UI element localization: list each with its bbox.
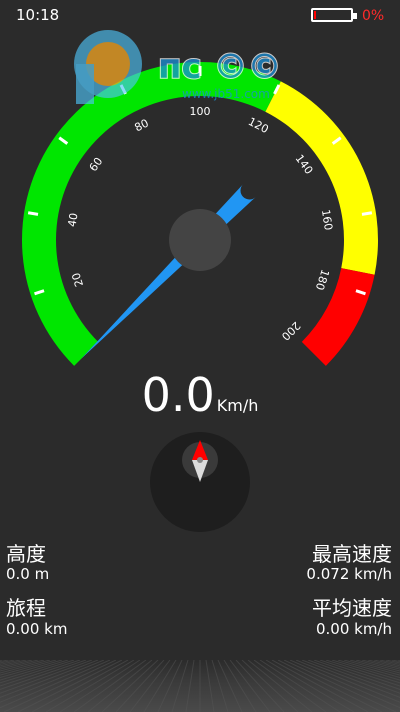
gauge-tick-label: 120: [246, 115, 271, 136]
gauge-tick-label: 180: [313, 268, 332, 292]
gauge-tick-label: 160: [319, 209, 335, 232]
gauge-needle: [81, 184, 256, 359]
gauge-zone-2: [301, 268, 375, 366]
battery-icon: [311, 8, 357, 22]
gauge-tick: [361, 211, 373, 216]
battery-percent: 0%: [362, 8, 385, 24]
watermark-url: www.jb51.com: [182, 87, 270, 101]
gauge-tick-label: 80: [132, 117, 150, 135]
gauge-zone-1: [265, 81, 378, 275]
gauge-tick-label: 60: [87, 155, 106, 174]
distance-value: 0.00 km: [6, 620, 68, 638]
current-speed-unit: Km/h: [216, 396, 259, 415]
gauge-tick-label: 40: [66, 212, 81, 228]
battery-fill: [314, 11, 316, 19]
speed-readout: 0.0 Km/h: [0, 368, 400, 422]
compass: [150, 432, 250, 532]
gauge-zone-0: [21, 61, 281, 366]
gauge-tick-label: 140: [293, 152, 316, 177]
current-speed-value: 0.0: [141, 368, 215, 422]
gauge-tick: [27, 211, 39, 216]
max-speed-label: 最高速度: [312, 542, 392, 566]
avg-speed-label: 平均速度: [312, 596, 392, 620]
max-speed-value: 0.072 km/h: [306, 565, 392, 583]
altitude-label: 高度: [6, 542, 46, 566]
floor-decoration: [0, 660, 400, 712]
altitude-value: 0.0 m: [6, 565, 50, 583]
gauge-tick-label: 100: [190, 105, 211, 118]
gauge-tick-label: 200: [279, 319, 303, 343]
distance-label: 旅程: [6, 596, 46, 620]
watermark-brand: пс ©©: [158, 47, 281, 87]
clock: 10:18: [16, 6, 60, 24]
gauge-hub: [169, 209, 231, 271]
watermark-logo: пс ©© www.jb51.com: [74, 30, 282, 104]
gauge-tick-label: 20: [69, 271, 86, 288]
avg-speed-value: 0.00 km/h: [315, 620, 392, 638]
